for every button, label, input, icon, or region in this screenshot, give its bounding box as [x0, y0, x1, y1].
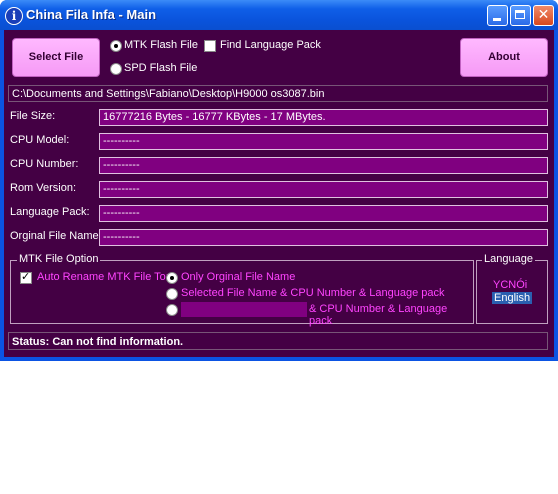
custom-name-input[interactable] [181, 302, 307, 317]
spd-flash-radio[interactable] [110, 63, 122, 75]
rom-version-label: Rom Version: [10, 182, 77, 194]
rename-option-custom-label: & CPU Number & Language pack [309, 303, 448, 327]
close-icon: ✕ [537, 7, 550, 23]
original-file-name-field[interactable]: ---------- [99, 229, 548, 246]
window-title: China Fila Infa - Main [26, 7, 157, 22]
language-group: Language YCNÓi English [476, 253, 548, 324]
main-window: i China Fila Infa - Main ✕ Select File M… [0, 0, 558, 361]
rename-option-selected-label: Selected File Name & CPU Number & Langua… [181, 287, 445, 299]
auto-rename-checkbox[interactable] [20, 270, 32, 284]
cpu-number-label: CPU Number: [10, 158, 79, 170]
mtk-file-option-group: MTK File Option Auto Rename MTK File To:… [10, 253, 474, 327]
minimize-icon [493, 18, 501, 21]
mtk-flash-label: MTK Flash File [124, 39, 198, 51]
mtk-file-option-legend: MTK File Option [17, 253, 101, 265]
maximize-button[interactable] [510, 5, 531, 26]
file-path-display: C:\Documents and Settings\Fabiano\Deskto… [8, 85, 548, 102]
cpu-model-field[interactable]: ---------- [99, 133, 548, 150]
close-button[interactable]: ✕ [533, 5, 554, 26]
mtk-flash-radio[interactable] [110, 40, 122, 52]
original-file-name-label: Orginal File Name: [10, 230, 102, 242]
cpu-number-field[interactable]: ---------- [99, 157, 548, 174]
title-bar[interactable]: i China Fila Infa - Main ✕ [0, 0, 558, 30]
client-area: Select File MTK Flash File Find Language… [4, 30, 554, 357]
rename-option-original-label: Only Orginal File Name [181, 271, 296, 283]
find-language-label: Find Language Pack [220, 39, 321, 51]
auto-rename-label: Auto Rename MTK File To: [37, 271, 169, 283]
rename-option-original-radio[interactable] [166, 272, 178, 284]
spd-flash-label: SPD Flash File [124, 62, 198, 74]
about-button[interactable]: About [460, 38, 548, 77]
file-size-field[interactable]: 16777216 Bytes - 16777 KBytes - 17 MByte… [99, 109, 548, 126]
language-pack-field[interactable]: ---------- [99, 205, 548, 222]
maximize-icon [515, 10, 525, 19]
rom-version-field[interactable]: ---------- [99, 181, 548, 198]
rename-option-selected-radio[interactable] [166, 288, 178, 300]
language-legend: Language [482, 253, 535, 265]
minimize-button[interactable] [487, 5, 508, 26]
language-pack-label: Language Pack: [10, 206, 90, 218]
select-file-button[interactable]: Select File [12, 38, 100, 77]
language-item-english[interactable]: English [492, 292, 533, 304]
language-item-vietnamese[interactable]: YCNÓi [493, 279, 527, 291]
status-bar: Status: Can not find information. [8, 332, 548, 350]
cpu-model-label: CPU Model: [10, 134, 70, 146]
find-language-checkbox[interactable] [204, 40, 216, 52]
info-icon: i [5, 7, 23, 25]
rename-option-custom-radio[interactable] [166, 304, 178, 316]
file-size-label: File Size: [10, 110, 56, 122]
